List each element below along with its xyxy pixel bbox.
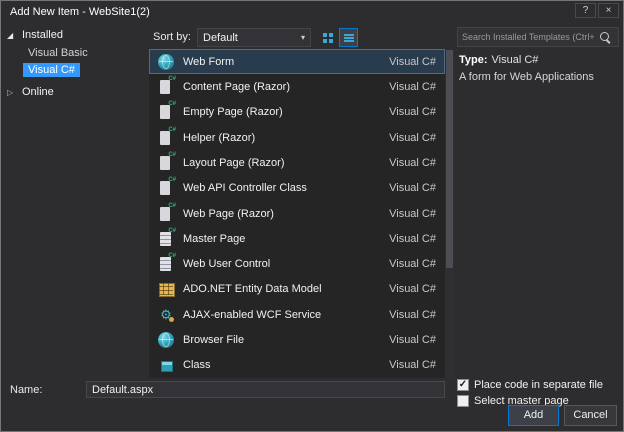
sidebar-item-visual-csharp[interactable]: Visual C# [23,63,80,77]
template-name: Empty Page (Razor) [183,106,283,119]
template-row[interactable]: Empty Page (Razor) Visual C# [149,100,445,125]
template-language: Visual C# [389,308,436,321]
sort-dropdown-value: Default [203,31,238,44]
razor-doc-icon [158,76,176,95]
sidebar-section-online[interactable]: ▷ Online [3,84,147,100]
grid-view-icon [322,32,333,43]
razor-doc-icon [158,101,176,120]
add-new-item-dialog: Add New Item - WebSite1(2) ? × ◢ Install… [0,0,624,432]
name-input[interactable] [86,381,445,398]
template-language: Visual C# [389,258,436,271]
template-row[interactable]: Class Visual C# [149,353,445,378]
template-name: AJAX-enabled WCF Service [183,308,322,321]
template-name: Web Form [183,55,235,68]
type-label: Type: [459,54,488,66]
template-row[interactable]: Browser File Visual C# [149,327,445,352]
checkbox-label: Place code in separate file [474,379,604,391]
list-view-icon [343,33,354,43]
list-view-button[interactable] [339,28,358,47]
template-row[interactable]: ADO.NET Entity Data Model Visual C# [149,277,445,302]
section-label: Installed [22,29,63,41]
help-button[interactable]: ? [575,3,596,18]
template-name: Web Page (Razor) [183,207,274,220]
template-type-line: Type: Visual C# [459,54,538,66]
small-icons-view-button[interactable] [318,28,337,47]
template-name: Web User Control [183,258,271,271]
template-name: Class [183,359,211,372]
template-language: Visual C# [389,334,436,347]
search-input[interactable] [462,29,594,45]
titlebar[interactable]: Add New Item - WebSite1(2) ? × [1,1,623,25]
globe-icon [158,53,174,70]
master-page-icon [158,228,176,247]
user-control-icon [158,253,176,272]
name-label: Name: [10,384,43,396]
template-language: Visual C# [389,80,436,93]
template-row[interactable]: Web Page (Razor) Visual C# [149,201,445,226]
template-language: Visual C# [389,207,436,220]
sort-dropdown[interactable]: Default ▾ [197,28,311,47]
template-name: Browser File [183,334,245,347]
search-box [457,27,619,47]
template-name: Layout Page (Razor) [183,156,285,169]
expander-expanded-icon: ◢ [7,30,14,40]
template-row[interactable]: Web API Controller Class Visual C# [149,176,445,201]
template-name: Helper (Razor) [183,131,256,144]
razor-doc-icon [158,203,176,222]
template-language: Visual C# [389,131,436,144]
browser-globe-icon [158,332,174,349]
cancel-button[interactable]: Cancel [564,405,617,426]
sidebar: ◢ Installed Visual Basic Visual C# ▷ Onl… [3,27,147,100]
sidebar-section-installed[interactable]: ◢ Installed [3,27,147,43]
wcf-gear-icon [158,307,174,323]
template-row[interactable]: Layout Page (Razor) Visual C# [149,150,445,175]
scrollbar-thumb[interactable] [446,50,453,268]
close-button[interactable]: × [598,3,619,18]
entity-model-icon [158,281,175,298]
template-row[interactable]: Helper (Razor) Visual C# [149,125,445,150]
template-language: Visual C# [389,359,436,372]
window-title: Add New Item - WebSite1(2) [10,6,150,18]
scrollbar-track[interactable] [445,49,454,378]
razor-doc-icon [158,152,176,171]
checkbox-unchecked[interactable] [457,395,469,407]
template-language: Visual C# [389,283,436,296]
template-row[interactable]: Content Page (Razor) Visual C# [149,74,445,99]
template-language: Visual C# [389,182,436,195]
template-row[interactable]: Master Page Visual C# [149,226,445,251]
search-icon[interactable] [600,32,611,43]
template-row[interactable]: AJAX-enabled WCF Service Visual C# [149,302,445,327]
template-description: A form for Web Applications [459,71,594,83]
expander-collapsed-icon: ▷ [7,87,14,97]
sidebar-item-visual-basic[interactable]: Visual Basic [23,46,93,60]
razor-doc-icon [158,127,176,146]
type-value: Visual C# [491,54,539,66]
chevron-down-icon: ▾ [300,33,305,42]
section-label: Online [22,86,54,98]
template-name: ADO.NET Entity Data Model [183,283,322,296]
template-language: Visual C# [389,55,436,68]
template-name: Content Page (Razor) [183,80,290,93]
sort-by-label: Sort by: [153,31,191,43]
place-code-checkbox-row[interactable]: ✓ Place code in separate file [457,378,603,392]
checkbox-checked[interactable]: ✓ [457,379,469,391]
class-cube-icon [158,357,174,373]
template-language: Visual C# [389,106,436,119]
template-name: Web API Controller Class [183,182,307,195]
template-list: Web Form Visual C# Content Page (Razor) … [149,49,445,378]
template-row[interactable]: Web Form Visual C# [149,49,445,75]
api-doc-icon [158,177,176,196]
template-language: Visual C# [389,156,436,169]
add-button[interactable]: Add [508,405,559,426]
template-name: Master Page [183,232,246,245]
template-row[interactable]: Web User Control Visual C# [149,252,445,277]
template-language: Visual C# [389,232,436,245]
